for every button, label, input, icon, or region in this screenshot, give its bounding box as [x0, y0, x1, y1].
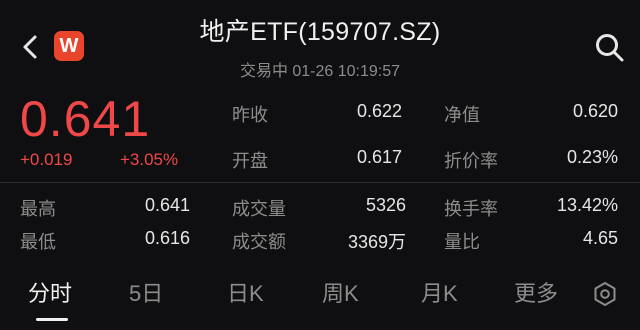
active-tab-indicator	[36, 318, 68, 321]
volume-ratio-value: 4.65	[582, 228, 618, 248]
volume-ratio-label: 量比	[444, 232, 480, 252]
open-label: 开盘	[232, 151, 268, 171]
low-value: 0.616	[144, 228, 190, 248]
tab-weekly-k[interactable]: 周K	[322, 276, 359, 308]
trade-status: 交易中 01-26 10:19:57	[239, 63, 401, 80]
prev-close-value: 0.622	[356, 101, 402, 121]
prev-close-label: 昨收	[232, 105, 268, 125]
volume-label: 成交量	[232, 199, 286, 219]
current-price: 0.641	[20, 91, 151, 147]
amount-label: 成交额	[232, 232, 286, 252]
nav-value: 0.620	[572, 101, 618, 121]
high-label: 最高	[20, 199, 56, 219]
tab-intraday[interactable]: 分时	[28, 276, 72, 308]
divider	[0, 182, 640, 183]
price-change-percent: +3.05%	[120, 150, 179, 169]
turnover-value: 13.42%	[556, 195, 618, 215]
tab-5day[interactable]: 5日	[129, 276, 163, 308]
tab-daily-k[interactable]: 日K	[227, 276, 264, 308]
amount-value: 3369万	[347, 232, 406, 252]
search-icon[interactable]	[594, 32, 626, 64]
turnover-label: 换手率	[444, 199, 498, 219]
open-value: 0.617	[356, 147, 402, 167]
header-bar: W 地产ETF(159707.SZ) 交易中 01-26 10:19:57	[0, 0, 640, 86]
page-title: 地产ETF(159707.SZ)	[199, 18, 441, 46]
high-value: 0.641	[144, 195, 190, 215]
discount-value: 0.23%	[566, 147, 618, 167]
tab-more[interactable]: 更多	[514, 276, 558, 308]
settings-icon[interactable]	[592, 281, 618, 307]
price-change: +0.019	[20, 150, 73, 169]
volume-value: 5326	[365, 195, 406, 215]
nav-label: 净值	[444, 105, 480, 125]
low-label: 最低	[20, 232, 56, 252]
tab-monthly-k[interactable]: 月K	[421, 276, 458, 308]
discount-label: 折价率	[444, 151, 498, 171]
chart-period-tabs: 分时 5日 日K 周K 月K 更多	[0, 262, 640, 330]
